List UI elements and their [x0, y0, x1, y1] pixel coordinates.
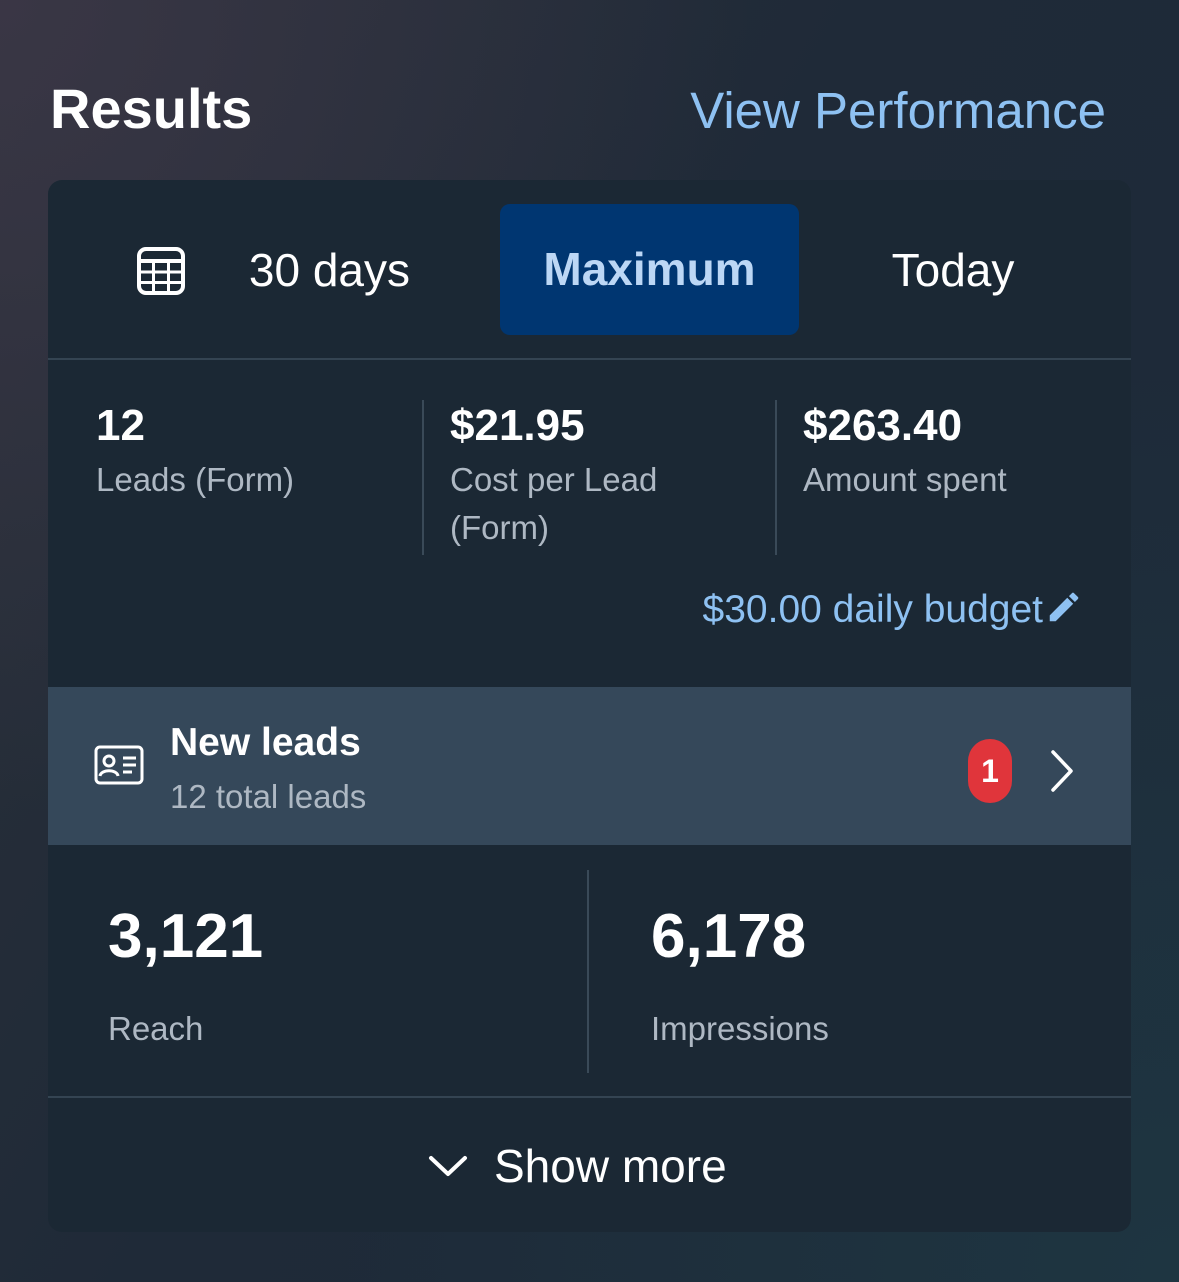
metric-leads: 12 Leads (Form): [96, 400, 294, 504]
tab-today[interactable]: Today: [848, 240, 1058, 300]
pencil-icon: [1049, 592, 1079, 622]
contact-card-icon: [94, 745, 144, 785]
metric-label-line: Cost per Lead: [450, 461, 658, 498]
tab-maximum[interactable]: Maximum: [500, 204, 799, 335]
metric-value: 12: [96, 401, 145, 450]
metric-label: Leads (Form): [96, 461, 295, 498]
page-title: Results: [50, 77, 253, 140]
metric-value: $263.40: [803, 401, 963, 450]
stat-divider: [587, 870, 589, 1073]
stat-value: 6,178: [651, 902, 807, 971]
tab-30-days-label: 30 days: [248, 244, 410, 296]
new-leads-subtitle: 12 total leads: [170, 778, 367, 815]
results-card: 30 days Maximum Today 12 Leads (Form) $2…: [48, 180, 1131, 1232]
stat-label: Reach: [108, 1010, 204, 1047]
new-leads-row[interactable]: New leads 12 total leads 1: [48, 687, 1131, 845]
date-range-tabs: 30 days Maximum Today: [48, 180, 1131, 360]
metric-cost-per-lead: $21.95 Cost per Lead (Form): [450, 400, 657, 552]
stat-reach: 3,121 Reach: [108, 901, 263, 1051]
stat-value: 3,121: [108, 902, 264, 971]
show-more-content: Show more: [428, 1136, 727, 1196]
new-leads-title: New leads: [170, 721, 361, 764]
stat-label: Impressions: [651, 1010, 829, 1047]
stat-impressions: 6,178 Impressions: [651, 901, 829, 1051]
show-more-button[interactable]: Show more: [48, 1098, 1131, 1232]
metric-divider: [422, 400, 424, 555]
reach-impressions-section: 3,121 Reach 6,178 Impressions: [48, 845, 1131, 1098]
metric-divider: [775, 400, 777, 555]
chevron-down-icon: [429, 1156, 467, 1176]
notification-badge: 1: [968, 739, 1012, 803]
metric-label: Cost per Lead (Form): [450, 456, 657, 552]
chevron-right-icon: [1051, 750, 1073, 792]
show-more-label: Show more: [494, 1140, 727, 1192]
daily-budget-label: $30.00 daily budget: [702, 588, 1043, 631]
metric-label-line: (Form): [450, 509, 549, 546]
results-header: Results View Performance: [50, 76, 1106, 146]
daily-budget-link[interactable]: $30.00 daily budget: [703, 580, 1083, 640]
metric-value: $21.95: [450, 401, 585, 450]
tab-30-days[interactable]: 30 days: [248, 240, 418, 300]
calendar-table-icon[interactable]: [136, 246, 186, 296]
metric-amount-spent: $263.40 Amount spent: [803, 400, 1007, 504]
view-performance-link[interactable]: View Performance: [690, 78, 1106, 144]
metric-label: Amount spent: [803, 461, 1007, 498]
